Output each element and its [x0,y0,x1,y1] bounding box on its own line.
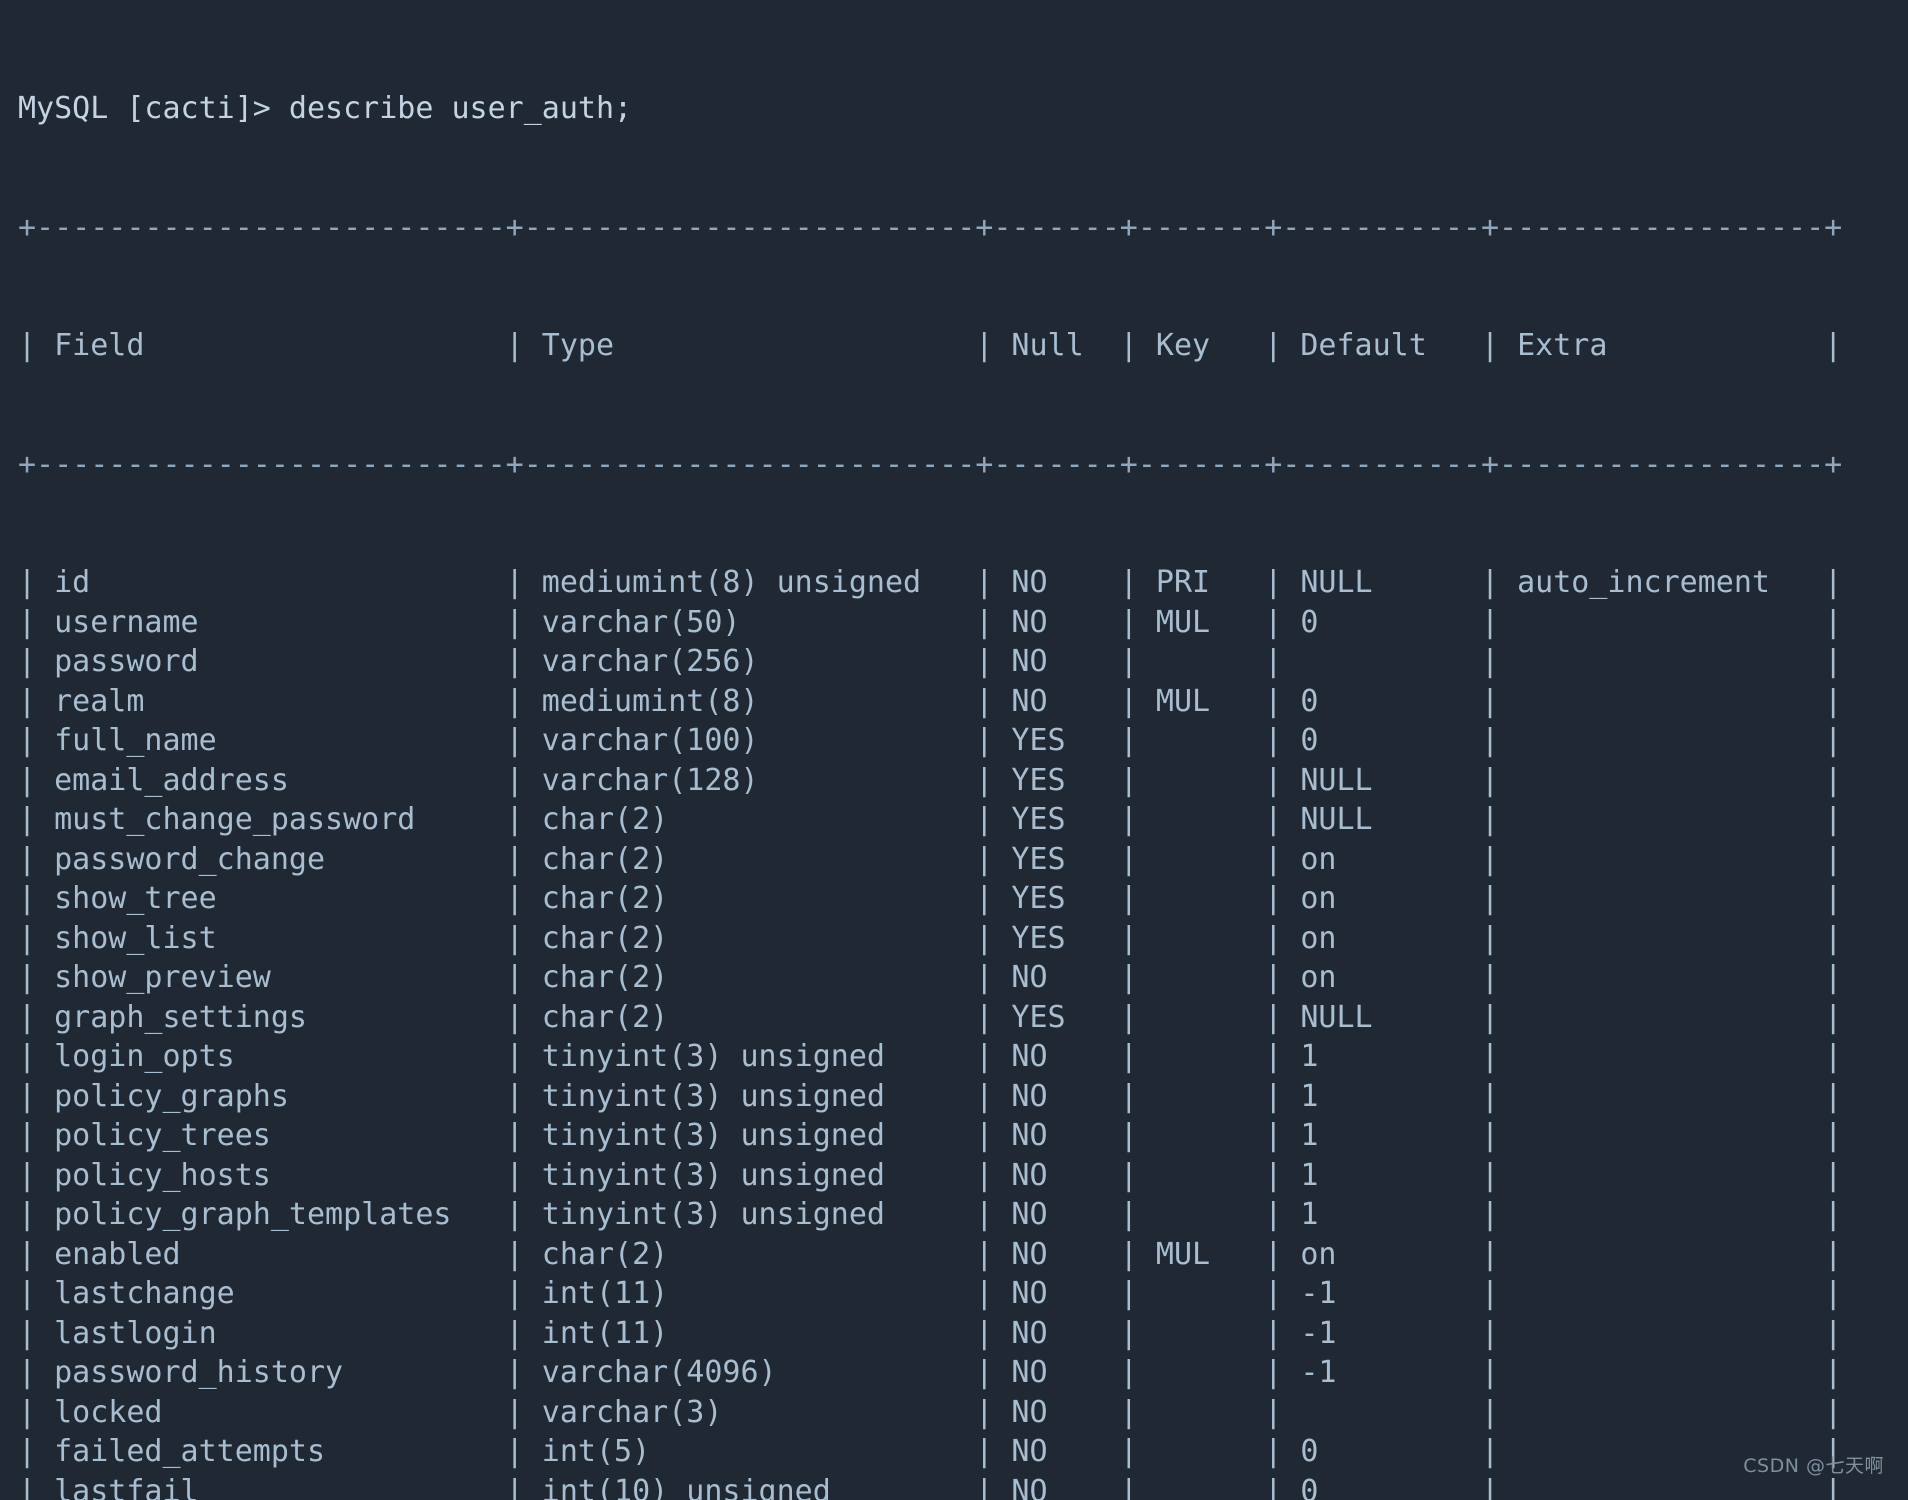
table-row: | policy_hosts | tinyint(3) unsigned | N… [18,1157,1843,1193]
table-row: | username | varchar(50) | NO | MUL | 0 … [18,604,1843,640]
table-row: | realm | mediumint(8) | NO | MUL | 0 | … [18,683,1843,719]
table-row: | password | varchar(256) | NO | | | | [18,644,1843,679]
table-row: | lastlogin | int(11) | NO | | -1 | | [18,1315,1843,1351]
table-row: | show_tree | char(2) | YES | | on | | [18,881,1843,916]
table-row: | policy_trees | tinyint(3) unsigned | N… [18,1118,1843,1153]
table-row: | enabled | char(2) | NO | MUL | on | | [18,1236,1843,1272]
table-row: | locked | varchar(3) | NO | | | | [18,1394,1843,1430]
table-row: | show_list | char(2) | YES | | on | | [18,920,1843,956]
table-row: | full_name | varchar(100) | YES | | 0 |… [18,723,1843,758]
table-row: | must_change_password | char(2) | YES |… [18,802,1843,837]
table-row: | policy_graphs | tinyint(3) unsigned | … [18,1078,1843,1114]
table-row: | login_opts | tinyint(3) unsigned | NO … [18,1039,1843,1074]
csdn-watermark: CSDN @七天啊 [1743,1454,1884,1477]
table-header-separator: +--------------------------+------------… [18,446,1843,482]
terminal-window: MySQL [cacti]> describe user_auth; +----… [0,0,1908,1500]
table-row: | show_preview | char(2) | NO | | on | | [18,960,1843,995]
table-row: | id | mediumint(8) unsigned | NO | PRI … [18,565,1843,600]
table-body: | id | mediumint(8) unsigned | NO | PRI … [18,563,1842,1500]
table-row: | password_history | varchar(4096) | NO … [18,1355,1843,1390]
table-row: | lastfail | int(10) unsigned | NO | | 0… [18,1473,1843,1500]
table-row: | policy_graph_templates | tinyint(3) un… [18,1197,1843,1232]
table-header-row: | Field | Type | Null | Key | Default | … [18,328,1843,363]
table-row: | failed_attempts | int(5) | NO | | 0 | … [18,1434,1843,1469]
terminal-screen: MySQL [cacti]> describe user_auth; +----… [18,10,1842,1500]
table-row: | graph_settings | char(2) | YES | | NUL… [18,999,1843,1035]
table-top-border: +--------------------------+------------… [18,209,1843,245]
table-row: | email_address | varchar(128) | YES | |… [18,762,1843,798]
table-row: | lastchange | int(11) | NO | | -1 | | [18,1276,1843,1311]
prompt-line: MySQL [cacti]> describe user_auth; [18,91,633,126]
table-row: | password_change | char(2) | YES | | on… [18,841,1843,877]
